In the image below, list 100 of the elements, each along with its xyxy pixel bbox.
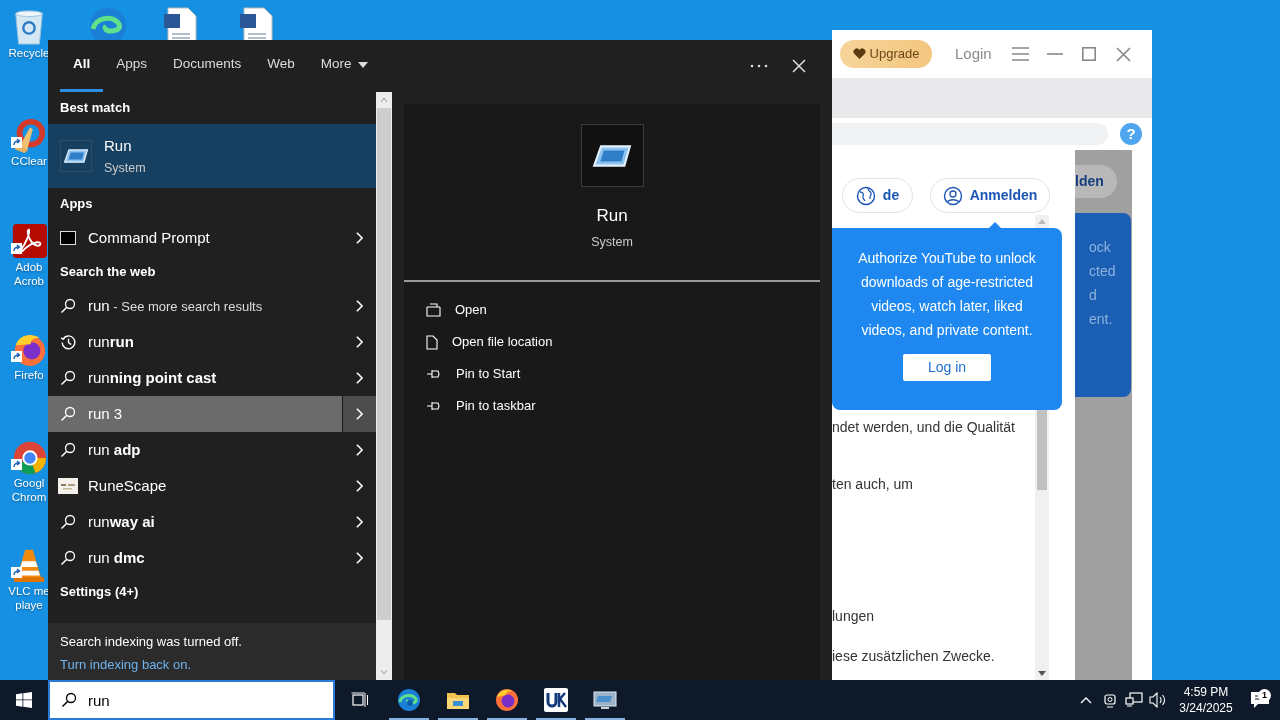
pin-icon: [426, 400, 442, 412]
body-text: ndet werden, und die Qualität: [832, 418, 1016, 437]
clock-date[interactable]: 3/24/2025: [1172, 700, 1240, 716]
close-icon[interactable]: [1115, 46, 1131, 62]
result-label: Command Prompt: [88, 227, 211, 248]
preview-subtitle: System: [591, 234, 633, 250]
action-item[interactable]: Open: [404, 294, 493, 326]
result-label: run adp: [88, 439, 142, 460]
history-icon: [59, 333, 77, 351]
scroll-down-icon: [1038, 671, 1046, 676]
search-result[interactable]: RuneScape: [48, 468, 376, 504]
section-heading: Search the web: [59, 263, 157, 282]
info-text: d: [1089, 286, 1098, 305]
globe-icon: [855, 185, 876, 206]
search-icon: [60, 550, 76, 566]
more-icon: [750, 64, 768, 68]
filter-tab[interactable]: Web: [254, 40, 308, 92]
filter-tab[interactable]: Apps: [103, 40, 161, 92]
document-icon[interactable]: [162, 6, 200, 40]
body-text: iese zusätzlichen Zwecke.: [832, 647, 996, 666]
search-result[interactable]: Command Prompt: [48, 220, 376, 256]
info-text: cted: [1089, 262, 1117, 281]
network-icon[interactable]: [1122, 692, 1146, 708]
filter-tab[interactable]: All: [60, 40, 104, 92]
clock-time[interactable]: 4:59 PM: [1172, 684, 1240, 700]
monitor-icon: [592, 689, 618, 711]
windows-icon: [16, 692, 32, 708]
browser-icon: [397, 688, 421, 712]
result-subtitle: System: [104, 159, 146, 177]
chevron-right-icon: [354, 231, 364, 245]
task-view-icon: [351, 692, 369, 708]
result-label: runrun: [88, 331, 135, 352]
search-field[interactable]: [832, 123, 1108, 145]
search-result[interactable]: running point cast: [48, 360, 376, 396]
scroll-thumb[interactable]: [377, 108, 391, 620]
expand-button[interactable]: [342, 396, 376, 432]
minimize-icon[interactable]: [1046, 53, 1063, 55]
result-label: RuneScape: [88, 475, 168, 496]
info-text: ent.: [1089, 310, 1114, 329]
search-result[interactable]: runrun: [48, 324, 376, 360]
terminal-icon: [60, 231, 76, 245]
fox-browser-icon: [495, 688, 519, 712]
sign-in-button[interactable]: Anmelden: [930, 178, 1050, 213]
chevron-right-icon: [354, 443, 364, 457]
log-in-button[interactable]: Log in: [903, 354, 991, 381]
action-item[interactable]: Pin to Start: [404, 358, 527, 390]
search-icon: [61, 692, 77, 708]
chevron-right-icon: [354, 479, 364, 493]
caret-icon: [357, 61, 368, 68]
acrobat-icon[interactable]: [11, 222, 47, 260]
user-icon: [942, 185, 963, 206]
popup-text: Authorize YouTube to unlock downloads of age-restricted videos, watch later, liked videos, and private content.: [857, 249, 1037, 340]
preview-title: Run: [596, 205, 628, 227]
chevron-right-icon: [354, 371, 364, 385]
search-result[interactable]: run 3: [48, 396, 376, 432]
document-icon: [426, 334, 438, 350]
chevron-right-icon: [355, 407, 364, 421]
pin-icon: [426, 368, 442, 380]
icon-label: CClear: [11, 154, 47, 168]
document-icon[interactable]: [238, 6, 276, 40]
search-icon: [60, 370, 76, 386]
notice-text: Search indexing was turned off.: [60, 633, 243, 651]
login-link[interactable]: Login: [955, 42, 992, 66]
maximize-icon[interactable]: [1081, 47, 1096, 61]
icon-label: Firefo: [14, 368, 44, 382]
search-result[interactable]: run dmc: [48, 540, 376, 576]
chevron-right-icon: [354, 335, 364, 349]
action-item[interactable]: Pin to taskbar: [404, 390, 542, 422]
notification-badge: 1: [1258, 689, 1271, 702]
result-label: run dmc: [88, 547, 146, 568]
search-result[interactable]: run - See more search results: [48, 288, 376, 324]
window-icon: [426, 303, 441, 317]
sign-in-button[interactable]: lden: [1075, 165, 1117, 198]
ccleaner-icon[interactable]: [11, 116, 47, 154]
scrollbar[interactable]: [376, 92, 392, 680]
icon-label: playe: [15, 598, 43, 612]
menu-icon[interactable]: [1011, 47, 1029, 61]
taskbar-search-field[interactable]: run: [48, 680, 335, 720]
body-text: ten auch, um: [832, 475, 914, 494]
heart-icon: [852, 48, 866, 60]
body-text: lungen: [832, 607, 876, 626]
result-label: run 3: [88, 403, 124, 424]
language-button[interactable]: de: [842, 178, 913, 213]
best-match-result[interactable]: Run System: [48, 124, 376, 188]
scroll-thumb[interactable]: [1037, 410, 1047, 490]
chevron-right-icon: [354, 515, 364, 529]
search-result[interactable]: run adp: [48, 432, 376, 468]
action-item[interactable]: Open file location: [404, 326, 559, 358]
more-dropdown[interactable]: More: [307, 40, 381, 92]
section-heading: Apps: [59, 195, 94, 214]
result-label: run - See more search results: [88, 295, 264, 316]
section-heading: Settings (4+): [59, 583, 140, 602]
result-title: Run: [104, 135, 133, 156]
icon-label: Adob: [15, 260, 43, 274]
chevron-right-icon: [354, 551, 364, 565]
filter-tab[interactable]: Documents: [160, 40, 255, 92]
upgrade-button[interactable]: Upgrade: [840, 40, 932, 68]
search-result[interactable]: runway ai: [48, 504, 376, 540]
indexing-link[interactable]: Turn indexing back on.: [60, 657, 192, 672]
search-icon: [60, 298, 76, 314]
